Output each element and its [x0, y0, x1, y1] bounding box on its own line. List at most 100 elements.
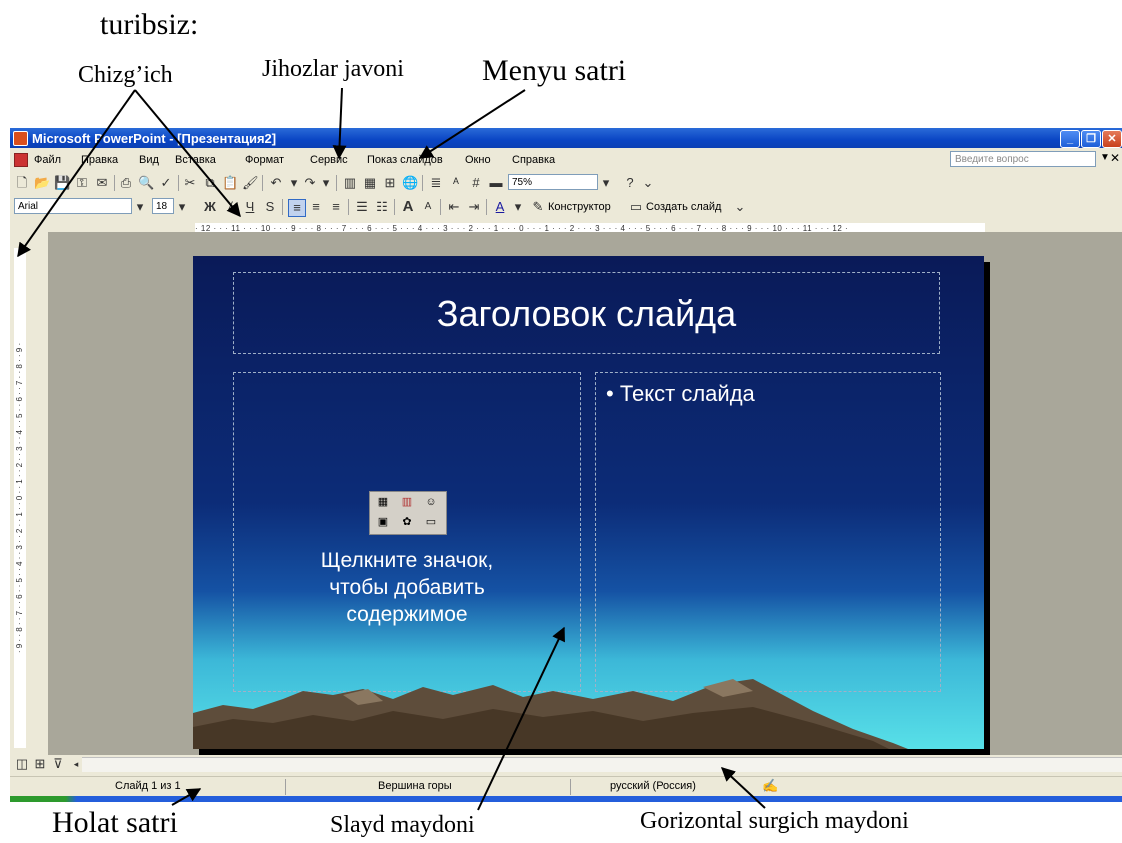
new-slide-icon[interactable]: ▭ — [628, 199, 644, 215]
menu-help[interactable]: Справка — [512, 154, 555, 166]
toolbar2-options-icon[interactable]: ⌄ — [732, 199, 748, 215]
new-icon[interactable]: 🗋 — [14, 175, 30, 191]
color-grayscale-icon[interactable]: ▬ — [488, 175, 504, 191]
taskbar-strip — [10, 796, 1122, 802]
decrease-font-icon[interactable]: A — [420, 199, 436, 215]
insert-table-icon[interactable]: ▦ — [374, 495, 392, 510]
normal-view-icon[interactable]: ◫ — [14, 756, 30, 772]
help-icon[interactable]: ? — [622, 175, 638, 191]
formatting-toolbar: Arial ▾ 18 ▾ Ж / Ч S ≡ ≡ ≡ ☰ ☷ A A ⇤ ⇥ A… — [10, 196, 1122, 218]
label-menubar: Menyu satri — [482, 54, 627, 87]
status-slide-count: Слайд 1 из 1 — [115, 780, 181, 792]
menu-edit[interactable]: Правка — [81, 154, 118, 166]
cut-icon[interactable]: ✂ — [182, 175, 198, 191]
tables-borders-icon[interactable]: ⊞ — [382, 175, 398, 191]
redo-dropdown-icon[interactable]: ▾ — [318, 175, 334, 191]
paste-icon[interactable]: 📋 — [222, 175, 238, 191]
document-icon[interactable] — [14, 153, 28, 167]
insert-media-icon[interactable]: ▭ — [422, 515, 440, 530]
save-icon[interactable]: 💾 — [54, 175, 70, 191]
insert-clipart-icon[interactable]: ☺ — [422, 495, 440, 510]
email-icon[interactable]: ✉ — [94, 175, 110, 191]
zoom-dropdown-icon[interactable]: ▾ — [598, 175, 614, 191]
powerpoint-window: Microsoft PowerPoint - [Презентация2] _ … — [10, 128, 1122, 798]
new-slide-button[interactable]: Создать слайд — [646, 201, 721, 213]
font-color-dropdown-icon[interactable]: ▾ — [510, 199, 526, 215]
font-color-icon[interactable]: A — [492, 199, 508, 215]
undo-icon[interactable]: ↶ — [268, 175, 284, 191]
label-statusbar: Holat satri — [52, 806, 178, 839]
menu-tools[interactable]: Сервис — [310, 154, 348, 166]
status-language: русский (Россия) — [610, 780, 696, 792]
slide-title-placeholder[interactable]: Заголовок слайда — [233, 272, 940, 354]
label-ruler: Chizg’ich — [78, 62, 173, 88]
copy-icon[interactable]: ⧉ — [202, 175, 218, 191]
status-bar: Слайд 1 из 1 Вершина горы русский (Росси… — [10, 776, 1122, 797]
content-placeholder-text: Щелкните значок, чтобы добавить содержим… — [320, 549, 494, 626]
shadow-button[interactable]: S — [262, 199, 278, 215]
grid-icon[interactable]: # — [468, 175, 484, 191]
menu-file[interactable]: Файл — [34, 154, 61, 166]
increase-indent-icon[interactable]: ⇥ — [466, 199, 482, 215]
spelling-status-icon[interactable]: ✍ — [762, 778, 778, 794]
open-icon[interactable]: 📂 — [34, 175, 50, 191]
designer-button[interactable]: Конструктор — [548, 201, 611, 213]
close-button[interactable]: ✕ — [1102, 130, 1122, 148]
close-document-icon[interactable]: ✕ — [1110, 151, 1120, 165]
bullets-icon[interactable]: ☷ — [374, 199, 390, 215]
print-icon[interactable]: ⎙ — [118, 175, 134, 191]
align-right-icon[interactable]: ≡ — [328, 199, 344, 215]
menu-slideshow[interactable]: Показ слайдов — [367, 154, 443, 166]
text-placeholder[interactable]: • Текст слайда — [595, 372, 941, 692]
permission-icon[interactable]: ⚿ — [74, 175, 90, 191]
spelling-icon[interactable]: ✓ — [158, 175, 174, 191]
insert-diagram-icon[interactable]: ✿ — [398, 515, 416, 530]
underline-button[interactable]: Ч — [242, 199, 258, 215]
help-dropdown-icon[interactable]: ▼ — [1100, 152, 1110, 163]
align-left-icon[interactable]: ≡ — [288, 199, 306, 217]
slide-show-icon[interactable]: ⊽ — [50, 756, 66, 772]
size-dropdown-icon[interactable]: ▾ — [174, 199, 190, 215]
redo-icon[interactable]: ↷ — [302, 175, 318, 191]
hyperlink-icon[interactable]: 🌐 — [402, 175, 418, 191]
font-combo[interactable]: Arial — [14, 198, 132, 214]
align-center-icon[interactable]: ≡ — [308, 199, 324, 215]
menu-view[interactable]: Вид — [139, 154, 159, 166]
minimize-button[interactable]: _ — [1060, 130, 1080, 148]
status-design: Вершина горы — [378, 780, 452, 792]
horizontal-scrollbar[interactable] — [82, 757, 1122, 772]
slide[interactable]: Заголовок слайда ▦ ▥ ☺ ▣ ✿ ▭ Щелкните зн… — [193, 256, 984, 749]
decrease-indent-icon[interactable]: ⇤ — [446, 199, 462, 215]
print-preview-icon[interactable]: 🔍 — [138, 175, 154, 191]
title-bar[interactable]: Microsoft PowerPoint - [Презентация2] _ … — [10, 128, 1122, 148]
undo-dropdown-icon[interactable]: ▾ — [286, 175, 302, 191]
increase-font-icon[interactable]: A — [400, 199, 416, 215]
bullet-text: • Текст слайда — [606, 381, 755, 406]
expand-all-icon[interactable]: ≣ — [428, 175, 444, 191]
font-dropdown-icon[interactable]: ▾ — [132, 199, 148, 215]
toolbar-options-icon[interactable]: ⌄ — [640, 175, 656, 191]
slide-sorter-icon[interactable]: ⊞ — [32, 756, 48, 772]
zoom-combo[interactable]: 75% — [508, 174, 598, 190]
menu-format[interactable]: Формат — [245, 154, 284, 166]
bold-button[interactable]: Ж — [202, 199, 218, 215]
insert-chart-icon[interactable]: ▥ — [398, 495, 416, 510]
designer-icon[interactable]: ✎ — [530, 199, 546, 215]
powerpoint-app-icon — [13, 131, 28, 146]
chart-icon[interactable]: ▥ — [342, 175, 358, 191]
page-heading: turibsiz: — [100, 8, 199, 41]
help-question-input[interactable]: Введите вопрос — [950, 151, 1096, 167]
numbering-icon[interactable]: ☰ — [354, 199, 370, 215]
format-painter-icon[interactable]: 🖌 — [242, 175, 259, 191]
content-placeholder[interactable]: ▦ ▥ ☺ ▣ ✿ ▭ Щелкните значок, чтобы добав… — [233, 372, 581, 692]
show-formatting-icon[interactable]: ᴬ — [448, 175, 464, 191]
mountains-graphic — [193, 679, 908, 749]
font-size-combo[interactable]: 18 — [152, 198, 174, 214]
menu-insert[interactable]: Вставка — [175, 154, 216, 166]
restore-button[interactable]: ❐ — [1081, 130, 1101, 148]
label-toolbars: Jihozlar javoni — [262, 56, 404, 82]
menu-window[interactable]: Окно — [465, 154, 491, 166]
italic-icon[interactable]: / — [222, 199, 238, 215]
table-icon[interactable]: ▦ — [362, 175, 378, 191]
insert-picture-icon[interactable]: ▣ — [374, 515, 392, 530]
